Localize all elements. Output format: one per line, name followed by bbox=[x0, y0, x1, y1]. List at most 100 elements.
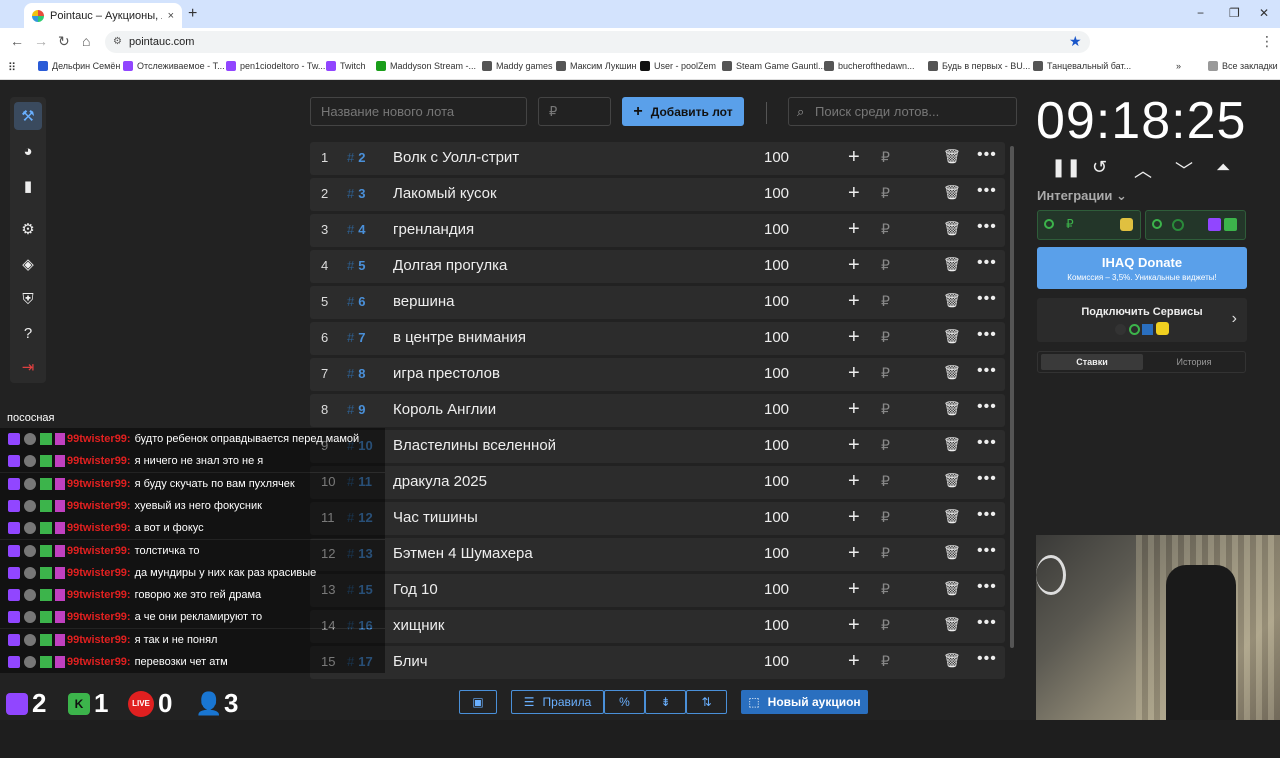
lot-name[interactable]: Долгая прогулка bbox=[393, 257, 507, 274]
bookmark-item[interactable]: Maddy games bbox=[482, 61, 553, 71]
timer-up-icon[interactable]: ︿ bbox=[1134, 157, 1152, 183]
rub-input-icon[interactable]: ₽ bbox=[881, 653, 890, 670]
add-bid-icon[interactable]: + bbox=[848, 218, 860, 241]
more-options-icon[interactable]: ••• bbox=[977, 542, 997, 560]
new-lot-name-input[interactable]: Название нового лота bbox=[310, 97, 527, 126]
sort-icon[interactable]: ⇅ bbox=[686, 690, 727, 714]
more-options-icon[interactable]: ••• bbox=[977, 506, 997, 524]
lot-amount[interactable]: 100 bbox=[764, 545, 789, 562]
trash-icon[interactable]: 🗑 bbox=[943, 508, 961, 525]
trash-icon[interactable]: 🗑 bbox=[943, 364, 961, 381]
integration-stream-box[interactable] bbox=[1145, 210, 1246, 240]
minimize-button[interactable]: − bbox=[1197, 6, 1204, 20]
rub-input-icon[interactable]: ₽ bbox=[881, 545, 890, 562]
trash-icon[interactable]: 🗑 bbox=[943, 580, 961, 597]
lot-name[interactable]: гренландия bbox=[393, 221, 474, 238]
add-bid-icon[interactable]: + bbox=[848, 506, 860, 529]
apps-grid-icon[interactable]: ⠿ bbox=[8, 61, 16, 74]
bookmark-item[interactable]: Steam Game Gauntl... bbox=[722, 61, 826, 71]
lot-amount[interactable]: 100 bbox=[764, 401, 789, 418]
lot-amount[interactable]: 100 bbox=[764, 293, 789, 310]
lot-amount[interactable]: 100 bbox=[764, 509, 789, 526]
menu-kebab-icon[interactable]: ⋮ bbox=[1260, 33, 1274, 50]
trash-icon[interactable]: 🗑 bbox=[943, 472, 961, 489]
back-icon[interactable]: ← bbox=[10, 33, 24, 49]
lot-row[interactable]: 14 #16 хищник 100 + ₽ 🗑 ••• bbox=[310, 610, 1005, 643]
add-bid-icon[interactable]: + bbox=[848, 326, 860, 349]
lot-row[interactable]: 9 #10 Властелины вселенной 100 + ₽ 🗑 ••• bbox=[310, 430, 1005, 463]
bookmark-item[interactable]: Maddyson Stream -... bbox=[376, 61, 476, 71]
lot-row[interactable]: 12 #13 Бэтмен 4 Шумахера 100 + ₽ 🗑 ••• bbox=[310, 538, 1005, 571]
lot-row[interactable]: 15 #17 Блич 100 + ₽ 🗑 ••• bbox=[310, 646, 1005, 679]
help-icon[interactable]: ? bbox=[14, 319, 42, 347]
connect-services-button[interactable]: Подключить Сервисы › bbox=[1037, 298, 1247, 342]
bookmark-item[interactable]: Максим Лукшин bbox=[556, 61, 637, 71]
trash-icon[interactable]: 🗑 bbox=[943, 148, 961, 165]
trash-icon[interactable]: 🗑 bbox=[943, 220, 961, 237]
add-bid-icon[interactable]: + bbox=[848, 182, 860, 205]
more-options-icon[interactable]: ••• bbox=[977, 470, 997, 488]
lot-amount[interactable]: 100 bbox=[764, 653, 789, 670]
trash-icon[interactable]: 🗑 bbox=[943, 616, 961, 633]
settings-gear-icon[interactable]: ⚙ bbox=[14, 215, 42, 243]
stats-bar-icon[interactable]: ▮ bbox=[14, 172, 42, 200]
lot-row[interactable]: 11 #12 Час тишины 100 + ₽ 🗑 ••• bbox=[310, 502, 1005, 535]
restore-button[interactable]: ❐ bbox=[1229, 6, 1240, 20]
tab-close-icon[interactable]: × bbox=[168, 10, 174, 22]
rub-input-icon[interactable]: ₽ bbox=[881, 329, 890, 346]
lot-row[interactable]: 2 #3 Лакомый кусок 100 + ₽ 🗑 ••• bbox=[310, 178, 1005, 211]
lot-row[interactable]: 6 #7 в центре внимания 100 + ₽ 🗑 ••• bbox=[310, 322, 1005, 355]
all-bookmarks-folder[interactable]: Все закладки bbox=[1208, 61, 1278, 71]
lot-name[interactable]: в центре внимания bbox=[393, 329, 526, 346]
bookmark-item[interactable]: User - poolZem bbox=[640, 61, 716, 71]
tab-bids[interactable]: Ставки bbox=[1041, 354, 1143, 370]
integration-donation-box[interactable]: ₽ bbox=[1037, 210, 1141, 240]
more-options-icon[interactable]: ••• bbox=[977, 650, 997, 668]
lot-name[interactable]: Бэтмен 4 Шумахера bbox=[393, 545, 533, 562]
lot-row[interactable]: 8 #9 Король Англии 100 + ₽ 🗑 ••• bbox=[310, 394, 1005, 427]
forward-icon[interactable]: → bbox=[34, 33, 48, 49]
rub-input-icon[interactable]: ₽ bbox=[881, 617, 890, 634]
rub-input-icon[interactable]: ₽ bbox=[881, 185, 890, 202]
shield-icon[interactable]: ⛨ bbox=[14, 285, 42, 313]
bookmark-item[interactable]: Танцевальный бат... bbox=[1033, 61, 1131, 71]
rub-input-icon[interactable]: ₽ bbox=[881, 401, 890, 418]
more-options-icon[interactable]: ••• bbox=[977, 254, 997, 272]
add-bid-icon[interactable]: + bbox=[848, 254, 860, 277]
add-bid-icon[interactable]: + bbox=[848, 434, 860, 457]
rub-input-icon[interactable]: ₽ bbox=[881, 293, 890, 310]
rub-input-icon[interactable]: ₽ bbox=[881, 437, 890, 454]
lot-amount[interactable]: 100 bbox=[764, 257, 789, 274]
lot-row[interactable]: 4 #5 Долгая прогулка 100 + ₽ 🗑 ••• bbox=[310, 250, 1005, 283]
lot-name[interactable]: Король Англии bbox=[393, 401, 496, 418]
lot-name[interactable]: Год 10 bbox=[393, 581, 438, 598]
close-window-button[interactable]: ✕ bbox=[1259, 6, 1269, 20]
lot-row[interactable]: 7 #8 игра престолов 100 + ₽ 🗑 ••• bbox=[310, 358, 1005, 391]
more-options-icon[interactable]: ••• bbox=[977, 614, 997, 632]
more-options-icon[interactable]: ••• bbox=[977, 218, 997, 236]
lot-amount[interactable]: 100 bbox=[764, 149, 789, 166]
lot-row[interactable]: 3 #4 гренландия 100 + ₽ 🗑 ••• bbox=[310, 214, 1005, 247]
lot-name[interactable]: Властелины вселенной bbox=[393, 437, 556, 454]
lot-name[interactable]: Час тишины bbox=[393, 509, 478, 526]
lot-amount[interactable]: 100 bbox=[764, 365, 789, 382]
add-bid-icon[interactable]: + bbox=[848, 362, 860, 385]
trash-icon[interactable]: 🗑 bbox=[943, 436, 961, 453]
more-options-icon[interactable]: ••• bbox=[977, 362, 997, 380]
lot-name[interactable]: вершина bbox=[393, 293, 455, 310]
home-icon[interactable]: ⌂ bbox=[82, 33, 90, 49]
reload-icon[interactable]: ↻ bbox=[58, 33, 70, 50]
url-field[interactable]: ⚙ pointauc.com bbox=[105, 31, 1090, 53]
lot-name[interactable]: дракула 2025 bbox=[393, 473, 487, 490]
lot-row[interactable]: 5 #6 вершина 100 + ₽ 🗑 ••• bbox=[310, 286, 1005, 319]
ihaq-donate-banner[interactable]: IHAQ Donate Комиссия – 3,5%. Уникальные … bbox=[1037, 247, 1247, 289]
rub-input-icon[interactable]: ₽ bbox=[881, 257, 890, 274]
lot-search-input[interactable]: ⌕ Поиск среди лотов... bbox=[788, 97, 1017, 126]
add-bid-icon[interactable]: + bbox=[848, 290, 860, 313]
trash-icon[interactable]: 🗑 bbox=[943, 292, 961, 309]
timer-max-icon[interactable]: ⏶ bbox=[1216, 157, 1230, 178]
trash-icon[interactable]: 🗑 bbox=[943, 652, 961, 669]
more-options-icon[interactable]: ••• bbox=[977, 326, 997, 344]
lot-amount[interactable]: 100 bbox=[764, 185, 789, 202]
rub-input-icon[interactable]: ₽ bbox=[881, 221, 890, 238]
